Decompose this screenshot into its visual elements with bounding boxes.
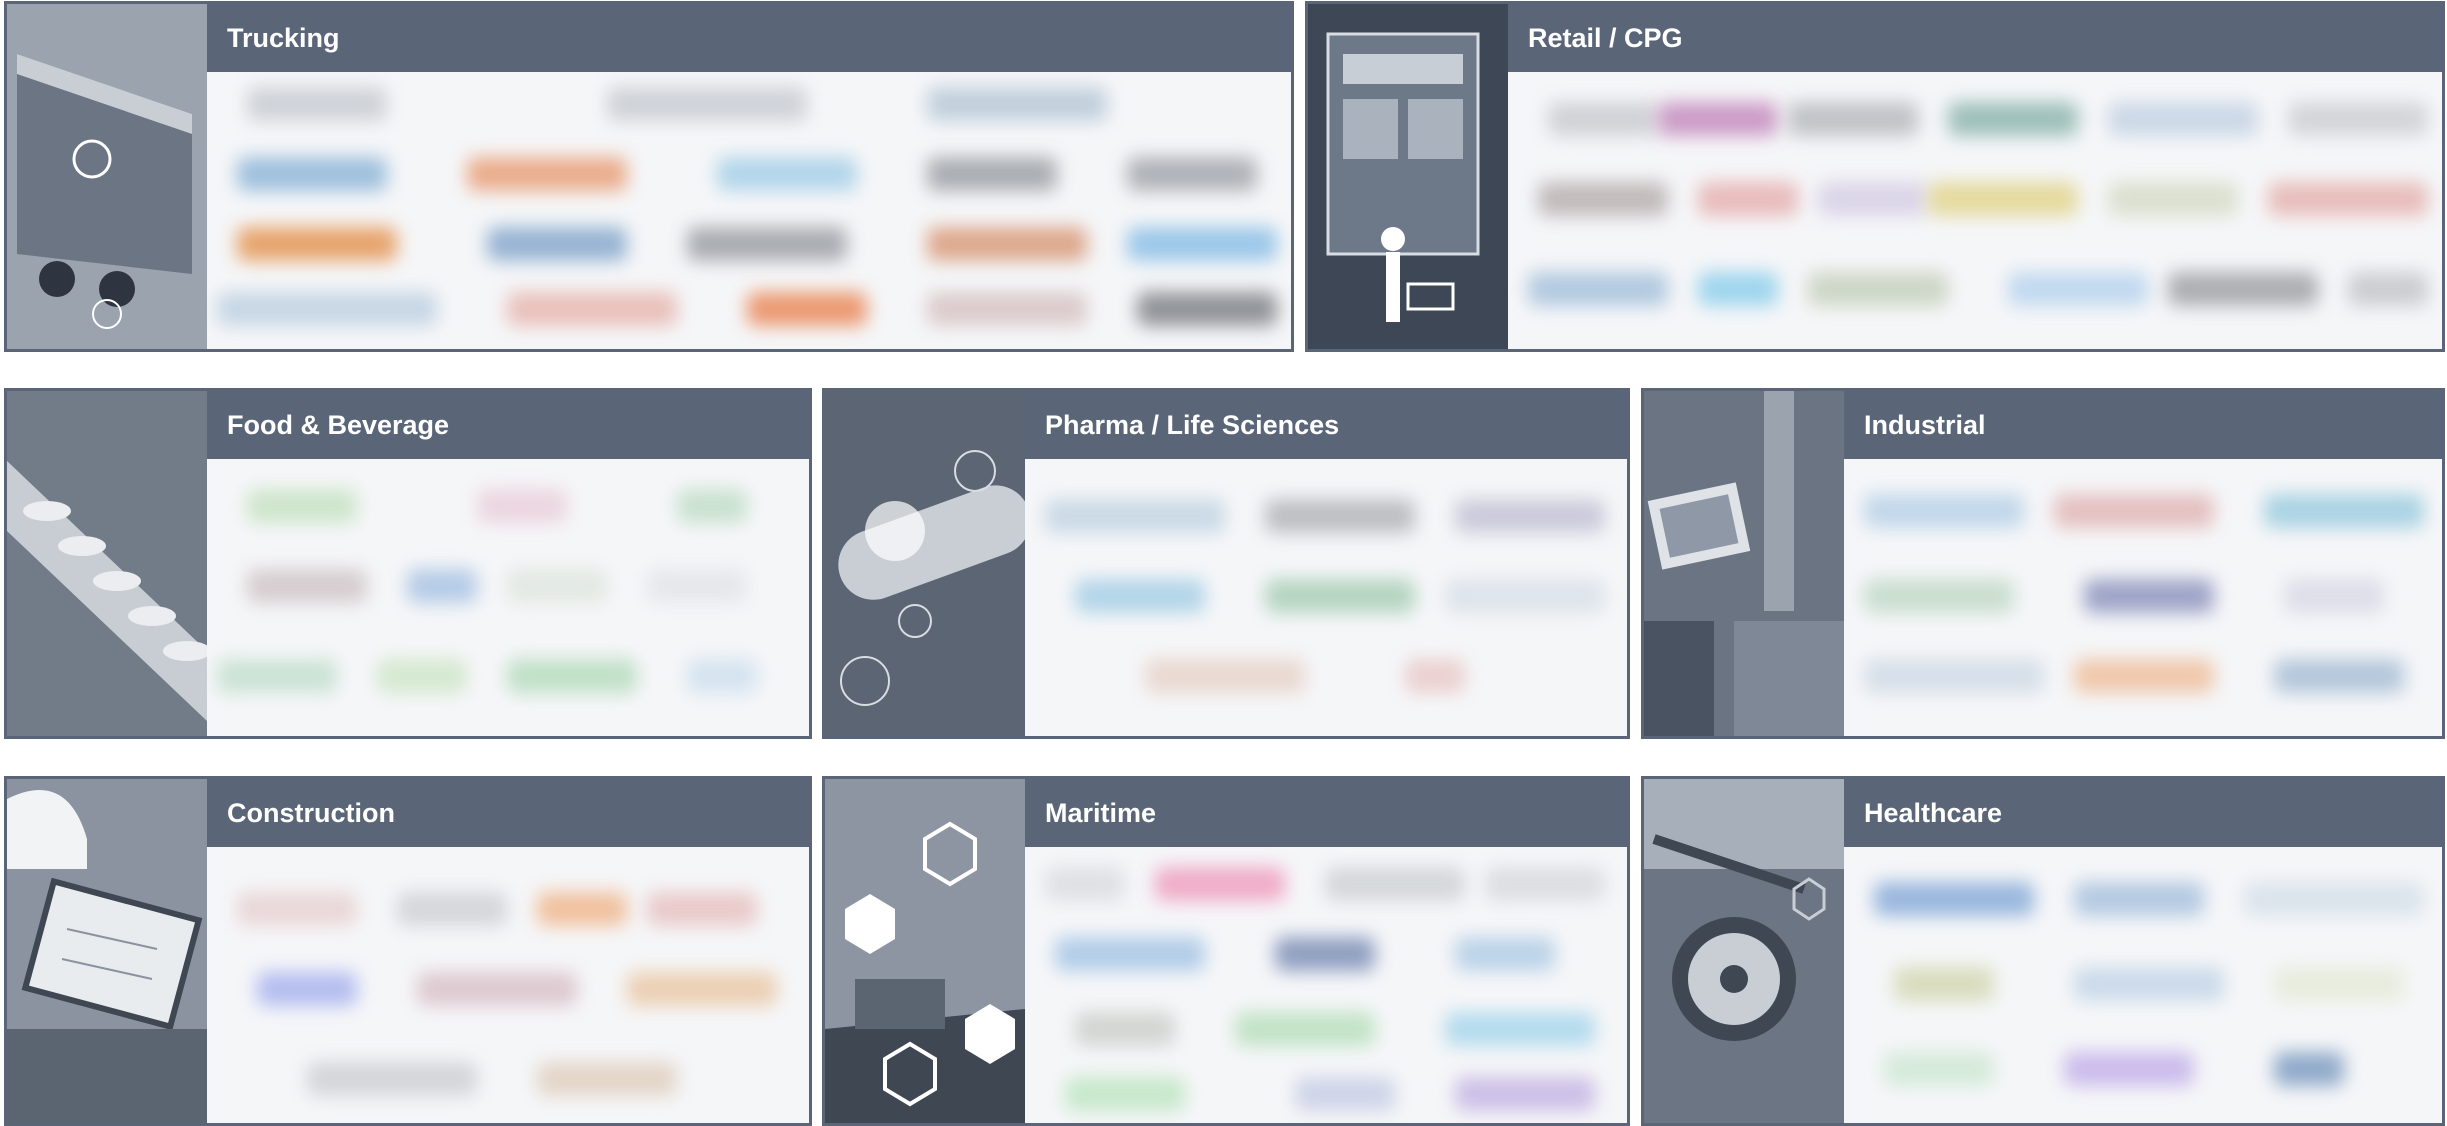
partner-logos-healthcare: [1844, 847, 2442, 1123]
partner-logos-retail-cpg: [1508, 72, 2442, 349]
card-title-construction: Construction: [207, 779, 809, 847]
card-title-industrial: Industrial: [1844, 391, 2442, 459]
card-title-retail-cpg: Retail / CPG: [1508, 4, 2442, 72]
conveyor-icon: [7, 391, 207, 736]
card-title-healthcare: Healthcare: [1844, 779, 2442, 847]
truck-icon: [7, 4, 207, 349]
factory-icon: [1644, 391, 1844, 736]
ship-icon: [825, 779, 1025, 1123]
partner-logos-pharma-life-sciences: [1025, 459, 1627, 736]
industry-card-food-beverage[interactable]: Food & Beverage: [4, 388, 812, 739]
capsule-icon: [825, 391, 1025, 736]
card-title-pharma-life-sciences: Pharma / Life Sciences: [1025, 391, 1627, 459]
partner-logos-food-beverage: [207, 459, 809, 736]
card-title-food-beverage: Food & Beverage: [207, 391, 809, 459]
industry-card-pharma-life-sciences[interactable]: Pharma / Life Sciences: [822, 388, 1630, 739]
partner-logos-industrial: [1844, 459, 2442, 736]
partner-logos-maritime: [1025, 847, 1627, 1123]
partner-logos-construction: [207, 847, 809, 1123]
shopping-cart-icon: [1308, 4, 1508, 349]
industry-card-construction[interactable]: Construction: [4, 776, 812, 1126]
industry-card-retail-cpg[interactable]: Retail / CPG: [1305, 1, 2445, 352]
industry-card-maritime[interactable]: Maritime: [822, 776, 1630, 1126]
hardhat-icon: [7, 779, 207, 1123]
stethoscope-icon: [1644, 779, 1844, 1123]
industry-card-industrial[interactable]: Industrial: [1641, 388, 2445, 739]
industry-card-trucking[interactable]: Trucking: [4, 1, 1294, 352]
partner-logos-trucking: [207, 72, 1291, 349]
industry-card-healthcare[interactable]: Healthcare: [1641, 776, 2445, 1126]
card-title-trucking: Trucking: [207, 4, 1291, 72]
card-title-maritime: Maritime: [1025, 779, 1627, 847]
